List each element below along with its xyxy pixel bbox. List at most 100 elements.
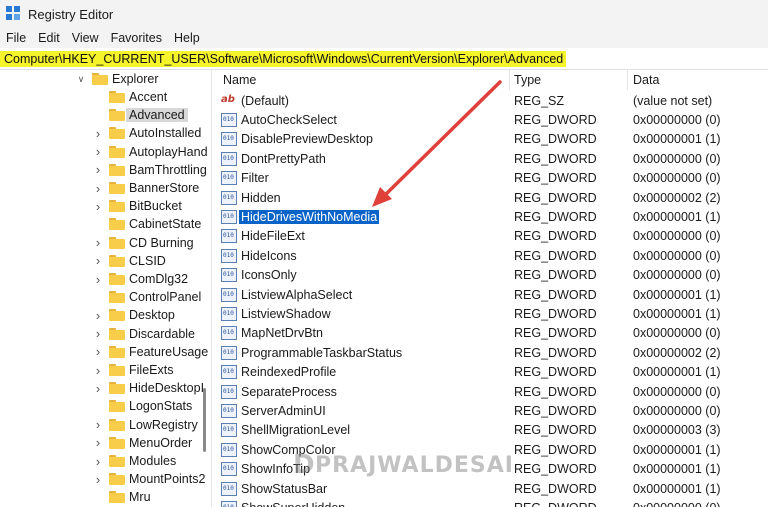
chevron-right-icon[interactable]: › — [93, 454, 103, 469]
value-row[interactable]: 010 ShowStatusBar REG_DWORD 0x00000001 (1) — [217, 479, 768, 498]
key-tree-pane[interactable]: ∨ Explorer Accent Advanced › AutoInstalled › Au… — [0, 70, 212, 507]
tree-item[interactable]: › AutoplayHand — [93, 143, 208, 161]
tree-item[interactable]: › MountPoints2 — [93, 470, 206, 488]
value-name-cell[interactable]: 010 DontPrettyPath — [221, 149, 328, 168]
column-header-name[interactable]: Name — [223, 70, 256, 90]
menu-file[interactable]: File — [0, 31, 32, 45]
value-data: 0x00000001 (1) — [633, 442, 721, 457]
chevron-right-icon[interactable]: › — [93, 235, 103, 250]
values-pane[interactable]: Name Type Data ab (Default) REG_SZ (value n… — [217, 70, 768, 507]
value-name-cell[interactable]: 010 HideIcons — [221, 246, 299, 265]
chevron-right-icon[interactable]: › — [93, 181, 103, 196]
value-name-cell[interactable]: 010 Filter — [221, 169, 271, 188]
value-row[interactable]: 010 HideDrivesWithNoMedia REG_DWORD 0x00000… — [217, 207, 768, 226]
value-row[interactable]: 010 ProgrammableTaskbarStatus REG_DWORD 0x0… — [217, 343, 768, 362]
address-path[interactable]: Computer\HKEY_CURRENT_USER\Software\Micr… — [0, 50, 567, 67]
chevron-right-icon[interactable]: › — [93, 199, 103, 214]
menu-view[interactable]: View — [66, 31, 105, 45]
value-row[interactable]: 010ShowSuperHidden REG_DWORD 0x00000000 (0… — [217, 498, 768, 507]
tree-item[interactable]: › FileExts — [93, 361, 174, 379]
value-row[interactable]: 010 Filter REG_DWORD 0x00000000 (0) — [217, 169, 768, 188]
folder-icon — [109, 418, 125, 431]
tree-item[interactable]: › CLSID — [93, 252, 166, 270]
chevron-right-icon[interactable]: › — [93, 162, 103, 177]
tree-item[interactable]: › Discardable — [93, 325, 195, 343]
chevron-right-icon[interactable]: › — [93, 272, 103, 287]
tree-item[interactable]: › AutoInstalled — [93, 124, 201, 142]
chevron-right-icon[interactable]: › — [93, 144, 103, 159]
chevron-right-icon[interactable]: › — [93, 308, 103, 323]
column-header-data[interactable]: Data — [633, 70, 659, 90]
chevron-right-icon[interactable]: › — [93, 253, 103, 268]
value-name-cell[interactable]: 010 ShowStatusBar — [221, 479, 329, 498]
value-row[interactable]: 010 ShellMigrationLevel REG_DWORD 0x0000000… — [217, 421, 768, 440]
value-row[interactable]: 010 SeparateProcess REG_DWORD 0x00000000 (0… — [217, 382, 768, 401]
chevron-down-icon[interactable]: ∨ — [76, 74, 86, 85]
value-name-cell[interactable]: 010 HideFileExt — [221, 227, 307, 246]
column-header-type[interactable]: Type — [514, 70, 541, 90]
value-name-cell[interactable]: 010 SeparateProcess — [221, 382, 339, 401]
value-name-cell[interactable]: 010 ListviewAlphaSelect — [221, 285, 354, 304]
value-name-cell[interactable]: 010 AutoCheckSelect — [221, 110, 339, 129]
value-name-cell[interactable]: 010 ServerAdminUI — [221, 401, 328, 420]
column-divider[interactable] — [627, 70, 628, 90]
tree-item[interactable]: › LowRegistry — [93, 416, 198, 434]
tree-item-explorer[interactable]: ∨ Explorer — [76, 70, 159, 88]
value-type: REG_DWORD — [514, 442, 597, 457]
menu-favorites[interactable]: Favorites — [105, 31, 168, 45]
tree-item[interactable]: Advanced — [93, 106, 188, 124]
value-row[interactable]: 010 HideIcons REG_DWORD 0x00000000 (0) — [217, 246, 768, 265]
value-row[interactable]: 010 ReindexedProfile REG_DWORD 0x00000001 (… — [217, 363, 768, 382]
tree-item[interactable]: Mru — [93, 488, 151, 506]
value-row[interactable]: 010 DontPrettyPath REG_DWORD 0x00000000 (0) — [217, 149, 768, 168]
tree-item[interactable]: › CD Burning — [93, 234, 194, 252]
chevron-right-icon[interactable]: › — [93, 435, 103, 450]
chevron-right-icon[interactable]: › — [93, 363, 103, 378]
tree-item[interactable]: › BannerStore — [93, 179, 199, 197]
value-name-cell[interactable]: 010ShowSuperHidden — [221, 498, 347, 507]
value-name-cell[interactable]: 010 MapNetDrvBtn — [221, 324, 325, 343]
value-row[interactable]: 010 Hidden REG_DWORD 0x00000002 (2) — [217, 188, 768, 207]
value-name-cell[interactable]: 010 DisablePreviewDesktop — [221, 130, 375, 149]
value-row[interactable]: 010 DisablePreviewDesktop REG_DWORD 0x00000… — [217, 130, 768, 149]
tree-scrollbar-thumb[interactable] — [203, 388, 206, 452]
tree-item[interactable]: LogonStats — [93, 397, 192, 415]
chevron-right-icon[interactable]: › — [93, 472, 103, 487]
tree-item[interactable]: › FeatureUsage — [93, 343, 208, 361]
tree-item[interactable]: › Desktop — [93, 306, 175, 324]
value-name-cell[interactable]: 010 ProgrammableTaskbarStatus — [221, 343, 404, 362]
value-name-cell[interactable]: 010 ShellMigrationLevel — [221, 421, 352, 440]
value-row[interactable]: 010 ListviewAlphaSelect REG_DWORD 0x0000000… — [217, 285, 768, 304]
menu-help[interactable]: Help — [168, 31, 206, 45]
value-name-cell[interactable]: 010 ListviewShadow — [221, 304, 333, 323]
value-row[interactable]: 010 HideFileExt REG_DWORD 0x00000000 (0) — [217, 227, 768, 246]
value-name-cell[interactable]: 010 HideDrivesWithNoMedia — [221, 207, 380, 226]
value-row[interactable]: 010 IconsOnly REG_DWORD 0x00000000 (0) — [217, 266, 768, 285]
tree-item[interactable]: › ComDlg32 — [93, 270, 188, 288]
chevron-right-icon[interactable]: › — [93, 417, 103, 432]
value-name-cell[interactable]: ab (Default) — [221, 91, 291, 110]
chevron-right-icon[interactable]: › — [93, 326, 103, 341]
value-name-cell[interactable]: 010 Hidden — [221, 188, 283, 207]
tree-item[interactable]: ControlPanel — [93, 288, 201, 306]
column-divider[interactable] — [509, 70, 510, 90]
value-row[interactable]: 010 ServerAdminUI REG_DWORD 0x00000000 (0) — [217, 401, 768, 420]
value-row[interactable]: ab (Default) REG_SZ (value not set) — [217, 91, 768, 110]
tree-item[interactable]: › BamThrottling — [93, 161, 207, 179]
tree-item[interactable]: Accent — [93, 88, 167, 106]
tree-item[interactable]: › Modules — [93, 452, 176, 470]
value-name-cell[interactable]: 010 IconsOnly — [221, 266, 299, 285]
address-bar[interactable]: Computer\HKEY_CURRENT_USER\Software\Micr… — [0, 48, 768, 70]
menu-edit[interactable]: Edit — [32, 31, 66, 45]
value-name-cell[interactable]: 010 ReindexedProfile — [221, 363, 338, 382]
tree-item[interactable]: › BitBucket — [93, 197, 182, 215]
tree-item[interactable]: CabinetState — [93, 215, 201, 233]
tree-item[interactable]: › HideDesktopI — [93, 379, 204, 397]
value-row[interactable]: 010 AutoCheckSelect REG_DWORD 0x00000000 (0… — [217, 110, 768, 129]
value-row[interactable]: 010 MapNetDrvBtn REG_DWORD 0x00000000 (0) — [217, 324, 768, 343]
chevron-right-icon[interactable]: › — [93, 126, 103, 141]
chevron-right-icon[interactable]: › — [93, 344, 103, 359]
value-row[interactable]: 010 ListviewShadow REG_DWORD 0x00000001 (1) — [217, 304, 768, 323]
tree-item[interactable]: › MenuOrder — [93, 434, 192, 452]
chevron-right-icon[interactable]: › — [93, 381, 103, 396]
